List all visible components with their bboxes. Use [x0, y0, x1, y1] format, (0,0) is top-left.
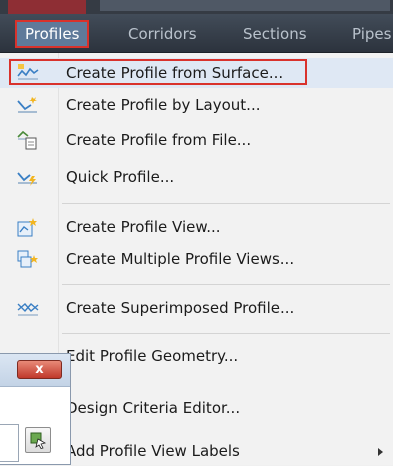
submenu-arrow-icon: [378, 448, 383, 456]
menu-item-create-profile-from-file[interactable]: Create Profile from File...: [0, 125, 393, 155]
menu-item-label: Quick Profile...: [66, 168, 175, 186]
profile-layout-icon: [17, 95, 39, 115]
menu-separator: [62, 333, 390, 334]
dialog-input-field[interactable]: [0, 424, 19, 462]
quick-profile-icon: [17, 167, 39, 187]
title-strip: [0, 0, 393, 14]
pick-button[interactable]: [25, 427, 51, 453]
title-accent: [8, 0, 86, 14]
menu-item-label: Create Superimposed Profile...: [66, 299, 295, 317]
profile-file-icon: [17, 130, 39, 150]
menu-item-create-profile-by-layout[interactable]: Create Profile by Layout...: [0, 90, 393, 120]
menu-item-label: Edit Profile Geometry...: [66, 347, 239, 365]
tab-pipes[interactable]: Pipes: [352, 22, 391, 46]
menu-item-label: Design Criteria Editor...: [66, 399, 241, 417]
menu-item-create-multiple-profile-views[interactable]: Create Multiple Profile Views...: [0, 244, 393, 274]
menu-item-label: Create Profile from File...: [66, 131, 252, 149]
menu-item-label: Create Multiple Profile Views...: [66, 250, 295, 268]
menu-item-highlight-box: [9, 59, 307, 85]
tab-corridors[interactable]: Corridors: [128, 22, 197, 46]
menu-item-label: Add Profile View Labels: [66, 442, 240, 460]
profile-view-icon: [17, 217, 39, 237]
tab-sections[interactable]: Sections: [243, 22, 307, 46]
menu-bar: Profiles Corridors Sections Pipes: [0, 0, 393, 53]
superimposed-profile-icon: [17, 298, 39, 318]
pick-icon: [30, 432, 47, 449]
menu-item-label: Create Profile View...: [66, 218, 221, 236]
menu-item-label: Create Profile by Layout...: [66, 96, 261, 114]
tab-profiles[interactable]: Profiles: [15, 20, 90, 48]
menu-item-create-superimposed-profile[interactable]: Create Superimposed Profile...: [0, 293, 393, 323]
menu-item-quick-profile[interactable]: Quick Profile...: [0, 162, 393, 192]
close-button[interactable]: x: [17, 360, 62, 379]
multiple-profile-views-icon: [17, 249, 39, 269]
title-strip-bar: [100, 0, 390, 11]
overlapping-dialog: x: [0, 353, 71, 465]
menu-item-create-profile-view[interactable]: Create Profile View...: [0, 212, 393, 242]
menu-separator: [62, 284, 390, 285]
menu-separator: [62, 203, 390, 204]
dialog-title-bar: x: [0, 354, 70, 387]
